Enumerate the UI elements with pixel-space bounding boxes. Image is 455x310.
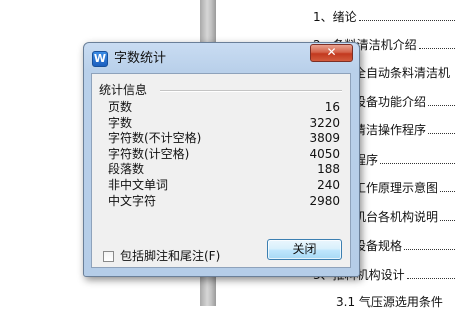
stat-row-chars-with-spaces: 字符数(计空格) 4050 (108, 147, 340, 163)
stat-label: 字符数(不计空格) (108, 131, 202, 146)
toc-line: 全自动条料清洁机 (354, 66, 451, 80)
stats-list: 页数 16 字数 3220 字符数(不计空格) 3809 字符数(计空格) 40… (108, 100, 340, 209)
stat-label: 段落数 (108, 162, 145, 177)
stat-value: 3809 (309, 131, 340, 146)
toc-line: 3.1 气压源选用条件 (336, 295, 443, 309)
toc-line: 设备功能介绍 (354, 94, 455, 110)
toc-line: 设备规格 (354, 238, 455, 254)
toc-line: 程序 (354, 152, 455, 168)
stat-value: 3220 (309, 115, 340, 130)
stat-row-paragraphs: 段落数 188 (108, 162, 340, 178)
stat-row-pages: 页数 16 (108, 100, 340, 116)
stat-row-words: 字数 3220 (108, 116, 340, 132)
include-footnotes-checkbox[interactable] (103, 250, 114, 262)
stat-label: 字符数(计空格) (108, 146, 190, 161)
dialog-body: 统计信息 页数 16 字数 3220 字符数(不计空格) 3809 字符数(计空… (91, 73, 351, 268)
stat-label: 字数 (108, 115, 133, 130)
stat-value: 240 (317, 177, 340, 192)
dialog-titlebar[interactable]: W 字数统计 ✕ (84, 43, 359, 73)
stat-value: 16 (324, 100, 340, 114)
stat-label: 非中文单词 (108, 177, 169, 192)
group-divider (160, 90, 342, 92)
stat-value: 4050 (309, 146, 340, 161)
stat-row-chinese-chars: 中文字符 2980 (108, 194, 340, 210)
stat-label: 页数 (108, 100, 133, 114)
stat-row-non-chinese-words: 非中文单词 240 (108, 178, 340, 194)
toc-line: 工作原理示意图 (354, 180, 455, 196)
stat-value: 2980 (309, 193, 340, 208)
close-icon[interactable]: ✕ (310, 44, 353, 62)
dialog-title: 字数统计 (114, 51, 167, 66)
include-footnotes-label[interactable]: 包括脚注和尾注(F) (120, 249, 220, 263)
group-title: 统计信息 (99, 83, 151, 97)
app-logo-icon: W (92, 51, 108, 67)
stat-label: 中文字符 (108, 193, 157, 208)
close-button[interactable]: 关闭 (267, 239, 342, 260)
toc-line: 机台各机构说明 (354, 209, 455, 225)
stat-value: 188 (317, 162, 340, 177)
stat-row-chars-no-spaces: 字符数(不计空格) 3809 (108, 131, 340, 147)
toc-line: 清洁操作程序 (354, 122, 455, 138)
word-count-dialog: W 字数统计 ✕ 统计信息 页数 16 字数 3220 字符数(不计空格) 38… (83, 42, 360, 277)
toc-line: 1、绪论 (313, 9, 455, 25)
include-footnotes-option[interactable]: 包括脚注和尾注(F) (103, 249, 220, 263)
